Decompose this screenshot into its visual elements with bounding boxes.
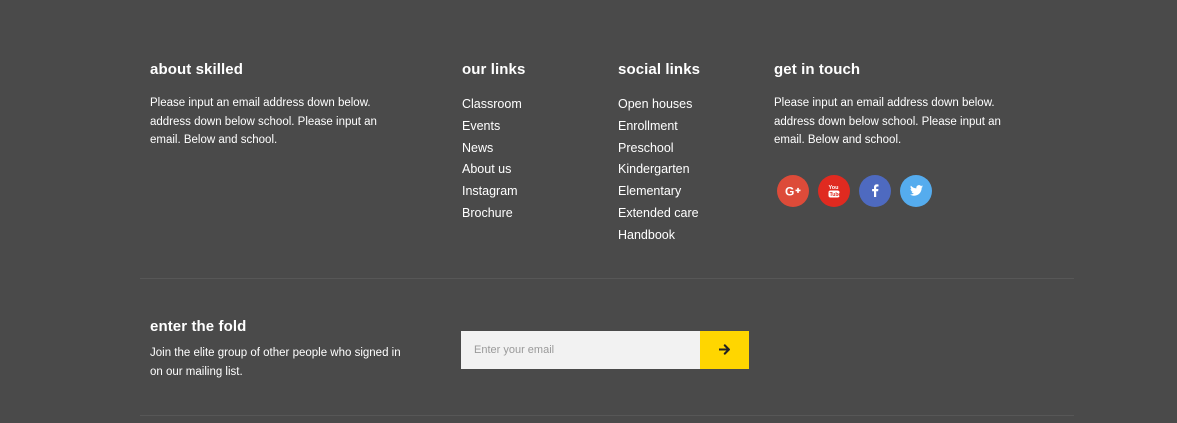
newsletter-submit-button[interactable] bbox=[700, 331, 749, 369]
facebook-icon bbox=[871, 184, 879, 197]
site-footer: about skilled Please input an email addr… bbox=[0, 0, 1177, 423]
social-links-item-elementary[interactable]: Elementary bbox=[618, 181, 758, 203]
svg-text:You: You bbox=[829, 185, 839, 191]
social-links-item-open-houses[interactable]: Open houses bbox=[618, 94, 758, 116]
our-links-item-instagram[interactable]: Instagram bbox=[462, 181, 602, 203]
about-heading: about skilled bbox=[150, 61, 243, 78]
newsletter-form bbox=[461, 331, 749, 369]
social-links-item-preschool[interactable]: Preschool bbox=[618, 138, 758, 160]
our-links-item-brochure[interactable]: Brochure bbox=[462, 203, 602, 225]
twitter-button[interactable] bbox=[900, 174, 932, 207]
our-links-item-news[interactable]: News bbox=[462, 138, 602, 160]
get-in-touch-column: get in touch Please input an email addre… bbox=[774, 61, 1034, 207]
social-links-item-handbook[interactable]: Handbook bbox=[618, 225, 758, 247]
arrow-right-icon bbox=[717, 343, 731, 358]
social-links-list: Open houses Enrollment Preschool Kinderg… bbox=[618, 94, 758, 247]
get-in-touch-heading: get in touch bbox=[774, 61, 861, 78]
youtube-icon: You Tube bbox=[828, 184, 840, 198]
our-links-column: our links Classroom Events News About us… bbox=[462, 61, 602, 225]
google-plus-icon: G bbox=[785, 185, 801, 197]
social-links-item-extended-care[interactable]: Extended care bbox=[618, 203, 758, 225]
google-plus-button[interactable]: G bbox=[777, 174, 809, 207]
social-links-column: social links Open houses Enrollment Pres… bbox=[618, 61, 758, 247]
newsletter-section: enter the fold Join the elite group of o… bbox=[150, 318, 410, 381]
our-links-item-classroom[interactable]: Classroom bbox=[462, 94, 602, 116]
footer-divider-bottom bbox=[140, 415, 1074, 416]
get-in-touch-text: Please input an email address down below… bbox=[774, 97, 1001, 146]
svg-text:G: G bbox=[785, 185, 794, 197]
social-links-heading: social links bbox=[618, 61, 701, 78]
about-text: Please input an email address down below… bbox=[150, 97, 377, 146]
our-links-item-about-us[interactable]: About us bbox=[462, 159, 602, 181]
footer-divider-top bbox=[140, 278, 1074, 279]
newsletter-heading: enter the fold bbox=[150, 318, 247, 335]
twitter-icon bbox=[909, 185, 923, 196]
about-column: about skilled Please input an email addr… bbox=[150, 61, 410, 150]
social-links-item-enrollment[interactable]: Enrollment bbox=[618, 116, 758, 138]
our-links-heading: our links bbox=[462, 61, 526, 78]
svg-text:Tube: Tube bbox=[830, 192, 840, 198]
newsletter-text: Join the elite group of other people who… bbox=[150, 347, 401, 378]
our-links-item-events[interactable]: Events bbox=[462, 116, 602, 138]
youtube-button[interactable]: You Tube bbox=[818, 174, 850, 207]
social-icons-row: G You Tube bbox=[774, 174, 1034, 207]
facebook-button[interactable] bbox=[859, 174, 891, 207]
our-links-list: Classroom Events News About us Instagram… bbox=[462, 94, 602, 225]
newsletter-email-input[interactable] bbox=[461, 331, 700, 369]
social-links-item-kindergarten[interactable]: Kindergarten bbox=[618, 159, 758, 181]
